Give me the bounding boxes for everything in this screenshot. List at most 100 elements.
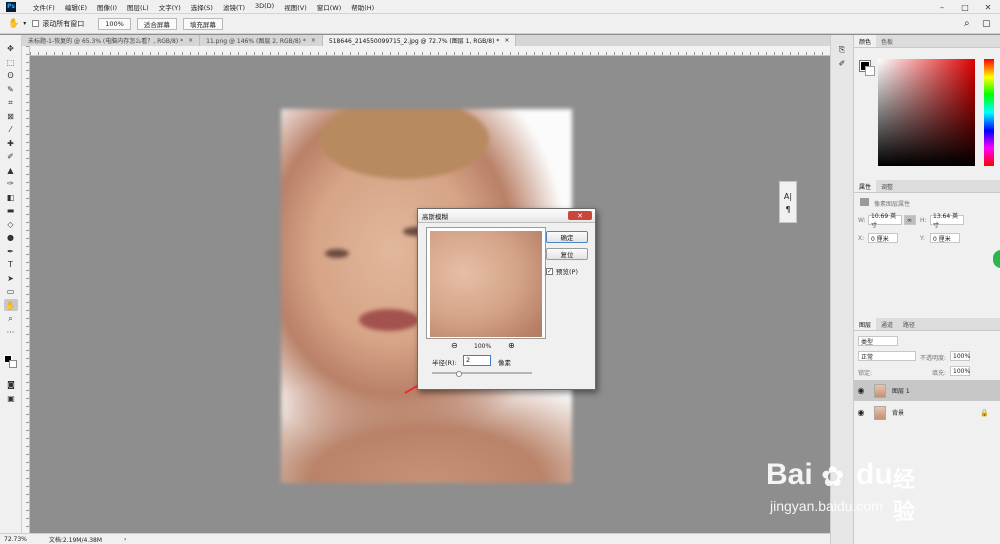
tool-preset-dropdown-icon[interactable]: ▾ bbox=[23, 20, 26, 27]
quick-mask-icon[interactable]: ◙ bbox=[4, 379, 18, 391]
preview-checkbox[interactable]: ✓ bbox=[546, 267, 553, 275]
brush-panel-icon[interactable]: ✐ bbox=[831, 59, 853, 68]
healing-icon[interactable]: ✚ bbox=[4, 137, 18, 149]
minimize-button[interactable]: – bbox=[930, 0, 954, 14]
horizontal-ruler[interactable] bbox=[30, 46, 830, 56]
type-icon[interactable]: T bbox=[4, 259, 18, 271]
zoom-level[interactable]: 72.73% bbox=[4, 536, 27, 543]
zoom-out-icon[interactable]: ⊖ bbox=[451, 341, 458, 350]
properties-panel-tabs: 属性 调整 bbox=[854, 180, 1000, 193]
zoom-in-icon[interactable]: ⊕ bbox=[508, 341, 515, 350]
menu-item[interactable]: 编辑(E) bbox=[60, 2, 92, 12]
x-field[interactable]: 0 厘米 bbox=[868, 233, 898, 243]
eraser-icon[interactable]: ◧ bbox=[4, 191, 18, 203]
hue-slider[interactable] bbox=[984, 59, 994, 166]
tab-document-1[interactable]: 未标题-1-恢复的 @ 65.3% (电脑内存怎么看？, RGB/8) * × bbox=[22, 35, 201, 46]
search-icon[interactable]: ⌕ bbox=[964, 18, 970, 29]
radius-slider-track[interactable] bbox=[432, 372, 532, 374]
blur-preview[interactable] bbox=[426, 227, 546, 339]
visibility-eye-icon[interactable]: ◉ bbox=[854, 386, 868, 395]
close-window-button[interactable]: ✕ bbox=[976, 0, 1000, 14]
menu-item[interactable]: 窗口(W) bbox=[312, 2, 347, 12]
gradient-icon[interactable]: ▬ bbox=[4, 205, 18, 217]
menu-item[interactable]: 文件(F) bbox=[28, 2, 60, 12]
blend-mode-select[interactable]: 正常 bbox=[858, 351, 916, 361]
menu-item[interactable]: 选择(S) bbox=[186, 2, 218, 12]
height-field[interactable]: 13.64 英寸 bbox=[930, 213, 964, 229]
close-tab-icon[interactable]: × bbox=[504, 37, 509, 44]
pen-icon[interactable]: ✒ bbox=[4, 245, 18, 257]
status-menu-arrow[interactable]: › bbox=[124, 536, 126, 543]
tab-document-2[interactable]: 11.png @ 146% (图层 2, RGB/8) * × bbox=[200, 35, 323, 46]
move-icon[interactable]: ✥ bbox=[4, 43, 18, 55]
paragraph-panel-icon[interactable]: ¶ bbox=[780, 205, 796, 214]
visibility-eye-icon[interactable]: ◉ bbox=[854, 408, 868, 417]
stamp-icon[interactable]: ▲ bbox=[4, 164, 18, 176]
layer-row-layer1[interactable]: ◉ 图层 1 bbox=[854, 380, 1000, 401]
tab-paths[interactable]: 路径 bbox=[898, 318, 920, 330]
dialog-close-button[interactable]: ✕ bbox=[568, 211, 592, 220]
crop-icon[interactable]: ⌗ bbox=[4, 97, 18, 109]
frame-icon[interactable]: ⊠ bbox=[4, 110, 18, 122]
fill-field[interactable]: 100% bbox=[950, 366, 970, 376]
menu-item[interactable]: 滤镜(T) bbox=[218, 2, 250, 12]
more-icon[interactable]: ··· bbox=[4, 326, 18, 338]
tab-document-3[interactable]: 518646_214550099715_2.jpg @ 72.7% (图层 1,… bbox=[322, 35, 517, 46]
fit-screen-button[interactable]: 适合屏幕 bbox=[136, 17, 177, 30]
color-picker-field[interactable] bbox=[878, 59, 975, 166]
quick-select-icon[interactable]: ✎ bbox=[4, 83, 18, 95]
background-swatch[interactable] bbox=[865, 66, 875, 76]
menu-item[interactable]: 视图(V) bbox=[279, 2, 312, 12]
tab-channels[interactable]: 通道 bbox=[876, 318, 898, 330]
reset-button[interactable]: 复位 bbox=[546, 248, 588, 260]
close-tab-icon[interactable]: × bbox=[311, 37, 316, 44]
menu-item[interactable]: 图像(I) bbox=[92, 2, 122, 12]
zoom-icon[interactable]: ⌕ bbox=[4, 313, 18, 325]
layer-filter-kind[interactable]: 类型 bbox=[858, 336, 898, 346]
link-icon[interactable]: ∞ bbox=[904, 215, 916, 225]
menu-item[interactable]: 帮助(H) bbox=[346, 2, 379, 12]
lasso-icon[interactable]: ʘ bbox=[4, 70, 18, 82]
layer-name[interactable]: 背景 bbox=[892, 408, 904, 417]
marquee-icon[interactable]: ⬚ bbox=[4, 56, 18, 68]
width-field[interactable]: 10.69 英寸 bbox=[868, 213, 902, 229]
radius-input[interactable]: 2 bbox=[463, 355, 491, 366]
menu-item[interactable]: 图层(L) bbox=[122, 2, 154, 12]
ok-button[interactable]: 确定 bbox=[546, 231, 588, 243]
vertical-ruler[interactable] bbox=[22, 46, 30, 533]
path-select-icon[interactable]: ➤ bbox=[4, 272, 18, 284]
x-label: X: bbox=[858, 235, 865, 242]
tab-swatches[interactable]: 色板 bbox=[876, 35, 898, 47]
y-label: Y: bbox=[920, 235, 925, 242]
menu-item[interactable]: 3D(D) bbox=[250, 2, 279, 12]
close-tab-icon[interactable]: × bbox=[188, 37, 193, 44]
tab-adjustments[interactable]: 调整 bbox=[876, 180, 898, 192]
tab-properties[interactable]: 属性 bbox=[854, 180, 877, 192]
rectangle-icon[interactable]: ▭ bbox=[4, 286, 18, 298]
maximize-button[interactable]: □ bbox=[953, 0, 977, 14]
tab-color[interactable]: 颜色 bbox=[854, 35, 877, 47]
dodge-icon[interactable]: ● bbox=[4, 232, 18, 244]
menu-item[interactable]: 文字(Y) bbox=[154, 2, 186, 12]
blur-icon[interactable]: ◇ bbox=[4, 218, 18, 230]
workspace-icon[interactable]: ▢ bbox=[982, 19, 991, 29]
history-brush-icon[interactable]: ✑ bbox=[4, 178, 18, 190]
layer-name[interactable]: 图层 1 bbox=[892, 386, 910, 395]
layer-row-background[interactable]: ◉ 背景 🔒 bbox=[854, 402, 1000, 423]
history-panel-icon[interactable]: ⎘ bbox=[831, 45, 853, 55]
radius-slider-handle[interactable] bbox=[456, 371, 462, 377]
background-color-swatch[interactable] bbox=[9, 360, 17, 368]
screen-mode-icon[interactable]: ▣ bbox=[4, 393, 18, 405]
zoom-value-field[interactable]: 100% bbox=[98, 17, 131, 30]
brush-icon[interactable]: ✐ bbox=[4, 151, 18, 163]
eyedropper-icon[interactable]: ⁄ bbox=[4, 124, 18, 136]
hand-icon[interactable]: ✋ bbox=[3, 299, 18, 311]
y-field[interactable]: 0 厘米 bbox=[930, 233, 960, 243]
character-panel-icon[interactable]: A| bbox=[780, 192, 796, 201]
hand-tool-icon[interactable]: ✋ bbox=[8, 19, 19, 29]
scroll-all-checkbox[interactable] bbox=[32, 20, 40, 27]
fill-screen-button[interactable]: 填充屏幕 bbox=[182, 17, 223, 30]
opacity-field[interactable]: 100% bbox=[950, 351, 970, 361]
tab-layers[interactable]: 图层 bbox=[854, 318, 877, 330]
floating-assistant-icon[interactable] bbox=[993, 250, 1000, 268]
